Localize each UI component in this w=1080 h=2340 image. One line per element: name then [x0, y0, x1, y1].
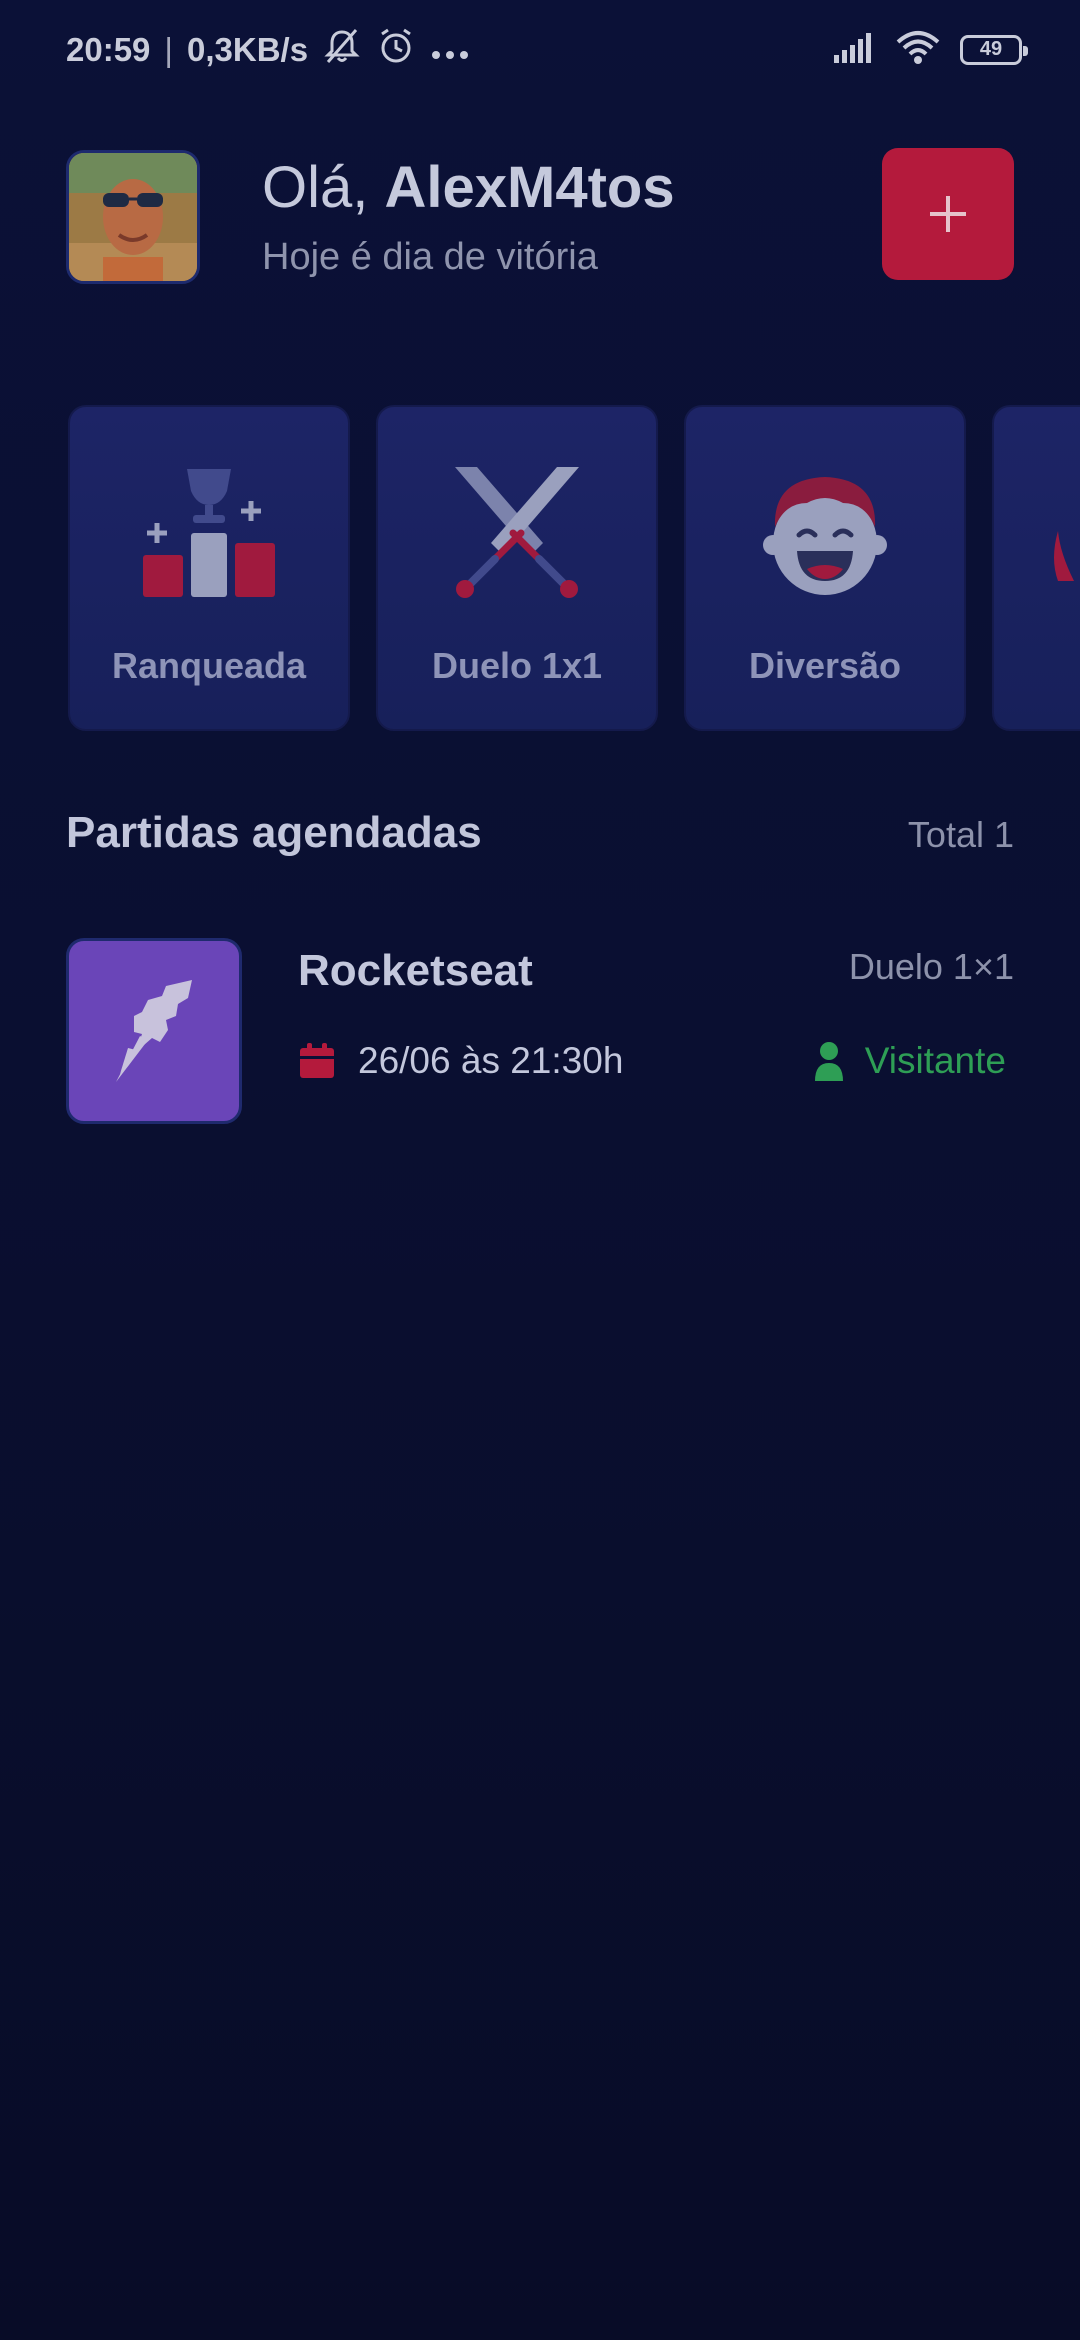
crossed-swords-icon [455, 467, 579, 598]
greeting-subtitle: Hoje é dia de vitória [262, 236, 598, 278]
plus-icon [930, 196, 966, 232]
category-list[interactable]: Ranqueada Duelo 1x1 Diversão [68, 405, 1080, 735]
mute-bell-icon [322, 26, 362, 74]
category-diversao[interactable]: Diversão [684, 405, 966, 731]
match-date: 26/06 às 21:30h [298, 1040, 623, 1082]
category-partial[interactable] [992, 405, 1080, 731]
category-label: Ranqueada [111, 645, 307, 686]
category-label: Duelo 1x1 [431, 645, 603, 686]
status-separator: | [164, 31, 173, 68]
alarm-icon [376, 26, 416, 74]
status-right: 49 [832, 28, 1028, 71]
battery-level: 49 [979, 38, 1003, 60]
home-screen: 20:59 | 0,3KB/s 49 Olá, AlexM4tos Hoje é… [0, 0, 1080, 2340]
status-left: 20:59 | 0,3KB/s [66, 26, 470, 74]
status-time: 20:59 [66, 31, 151, 68]
greeting: Olá, AlexM4tos Hoje é dia de vitória [262, 150, 675, 279]
user-icon [814, 1042, 843, 1081]
battery-icon: 49 [960, 34, 1028, 65]
trophy-podium-icon [143, 469, 275, 597]
status-network-speed: 0,3KB/s [186, 31, 309, 68]
rocketseat-logo [66, 938, 242, 1124]
match-category: Duelo 1×1 [848, 946, 1014, 987]
match-item[interactable]: Rocketseat Duelo 1×1 26/06 às 21:30h Vis… [66, 938, 1014, 1128]
category-label: Diversão [748, 645, 902, 686]
greeting-line: Olá, AlexM4tos [262, 150, 675, 226]
section-title: Partidas agendadas [66, 808, 482, 857]
category-ranqueada[interactable]: Ranqueada [68, 405, 350, 731]
match-role-text: Visitante [864, 1040, 1006, 1081]
user-photo [69, 153, 197, 281]
match-role: Visitante [813, 1040, 1006, 1082]
rocket-icon [116, 980, 192, 1082]
match-name: Rocketseat [298, 946, 533, 995]
laughing-face-icon [763, 477, 887, 595]
signal-icon [832, 29, 876, 70]
calendar-icon [300, 1043, 334, 1078]
section-total: Total 1 [907, 814, 1014, 855]
avatar[interactable] [66, 150, 200, 284]
wifi-icon [894, 28, 942, 71]
partial-card-icon [1054, 531, 1074, 581]
greeting-prefix: Olá, [262, 155, 385, 220]
user-name: AlexM4tos [384, 155, 675, 220]
match-date-text: 26/06 às 21:30h [358, 1040, 624, 1081]
status-bar: 20:59 | 0,3KB/s 49 [0, 0, 1080, 96]
category-duelo[interactable]: Duelo 1x1 [376, 405, 658, 731]
more-dots-icon [430, 31, 470, 69]
add-match-button[interactable] [882, 148, 1014, 280]
